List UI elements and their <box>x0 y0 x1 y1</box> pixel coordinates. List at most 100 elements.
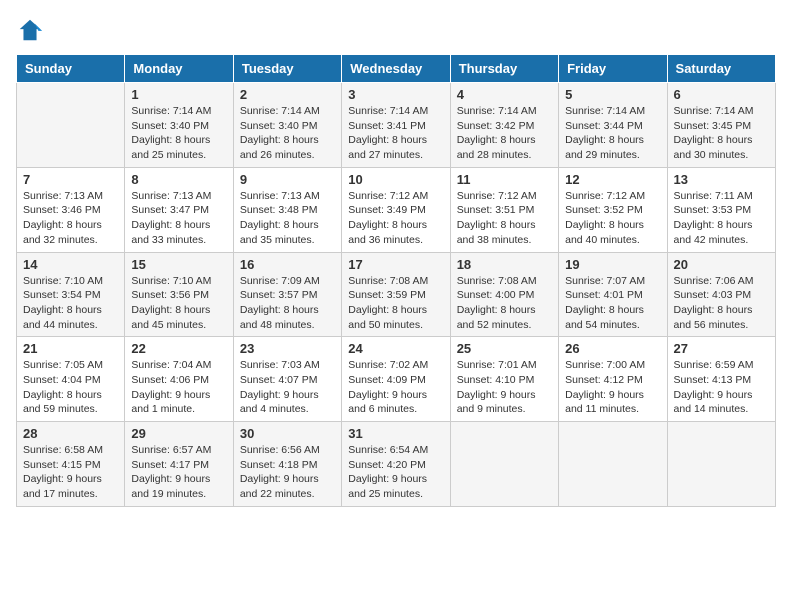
day-info: Sunrise: 7:01 AMSunset: 4:10 PMDaylight:… <box>457 358 552 417</box>
day-info: Sunrise: 7:10 AMSunset: 3:56 PMDaylight:… <box>131 274 226 333</box>
day-number: 28 <box>23 426 118 441</box>
day-number: 26 <box>565 341 660 356</box>
calendar-week-row: 7 Sunrise: 7:13 AMSunset: 3:46 PMDaylight… <box>17 167 776 252</box>
day-info: Sunrise: 7:12 AMSunset: 3:51 PMDaylight:… <box>457 189 552 248</box>
day-info: Sunrise: 7:06 AMSunset: 4:03 PMDaylight:… <box>674 274 769 333</box>
calendar-cell: 11 Sunrise: 7:12 AMSunset: 3:51 PMDayligh… <box>450 167 558 252</box>
day-number: 1 <box>131 87 226 102</box>
calendar-cell: 30 Sunrise: 6:56 AMSunset: 4:18 PMDayligh… <box>233 422 341 507</box>
day-info: Sunrise: 7:07 AMSunset: 4:01 PMDaylight:… <box>565 274 660 333</box>
day-number: 21 <box>23 341 118 356</box>
day-number: 6 <box>674 87 769 102</box>
day-info: Sunrise: 6:57 AMSunset: 4:17 PMDaylight:… <box>131 443 226 502</box>
calendar-cell: 27 Sunrise: 6:59 AMSunset: 4:13 PMDayligh… <box>667 337 775 422</box>
calendar-cell: 15Sunrise: 7:10 AMSunset: 3:56 PMDayligh… <box>125 252 233 337</box>
day-number: 14 <box>23 257 118 272</box>
calendar-cell: 8 Sunrise: 7:13 AMSunset: 3:47 PMDaylight… <box>125 167 233 252</box>
calendar-cell: 22 Sunrise: 7:04 AMSunset: 4:06 PMDayligh… <box>125 337 233 422</box>
calendar-week-row: 14Sunrise: 7:10 AMSunset: 3:54 PMDayligh… <box>17 252 776 337</box>
day-number: 11 <box>457 172 552 187</box>
day-info: Sunrise: 6:56 AMSunset: 4:18 PMDaylight:… <box>240 443 335 502</box>
day-info: Sunrise: 7:12 AMSunset: 3:49 PMDaylight:… <box>348 189 443 248</box>
day-info: Sunrise: 7:00 AMSunset: 4:12 PMDaylight:… <box>565 358 660 417</box>
calendar-cell: 19 Sunrise: 7:07 AMSunset: 4:01 PMDayligh… <box>559 252 667 337</box>
day-number: 19 <box>565 257 660 272</box>
day-number: 24 <box>348 341 443 356</box>
calendar-cell <box>17 83 125 168</box>
day-info: Sunrise: 7:14 AMSunset: 3:41 PMDaylight:… <box>348 104 443 163</box>
day-info: Sunrise: 6:54 AMSunset: 4:20 PMDaylight:… <box>348 443 443 502</box>
day-number: 7 <box>23 172 118 187</box>
calendar-week-row: 28 Sunrise: 6:58 AMSunset: 4:15 PMDayligh… <box>17 422 776 507</box>
day-info: Sunrise: 7:14 AMSunset: 3:42 PMDaylight:… <box>457 104 552 163</box>
day-info: Sunrise: 7:11 AMSunset: 3:53 PMDaylight:… <box>674 189 769 248</box>
day-number: 13 <box>674 172 769 187</box>
day-number: 25 <box>457 341 552 356</box>
day-info: Sunrise: 7:03 AMSunset: 4:07 PMDaylight:… <box>240 358 335 417</box>
calendar-cell <box>450 422 558 507</box>
day-info: Sunrise: 7:13 AMSunset: 3:47 PMDaylight:… <box>131 189 226 248</box>
logo <box>16 16 48 44</box>
calendar-cell: 16 Sunrise: 7:09 AMSunset: 3:57 PMDayligh… <box>233 252 341 337</box>
day-number: 2 <box>240 87 335 102</box>
day-info: Sunrise: 7:14 AMSunset: 3:40 PMDaylight:… <box>131 104 226 163</box>
calendar-cell: 5 Sunrise: 7:14 AMSunset: 3:44 PMDaylight… <box>559 83 667 168</box>
calendar-week-row: 21Sunrise: 7:05 AMSunset: 4:04 PMDayligh… <box>17 337 776 422</box>
calendar-cell: 26 Sunrise: 7:00 AMSunset: 4:12 PMDayligh… <box>559 337 667 422</box>
day-info: Sunrise: 7:13 AMSunset: 3:48 PMDaylight:… <box>240 189 335 248</box>
day-number: 10 <box>348 172 443 187</box>
day-number: 31 <box>348 426 443 441</box>
calendar-cell: 17 Sunrise: 7:08 AMSunset: 3:59 PMDayligh… <box>342 252 450 337</box>
day-info: Sunrise: 7:08 AMSunset: 4:00 PMDaylight:… <box>457 274 552 333</box>
calendar-cell: 18 Sunrise: 7:08 AMSunset: 4:00 PMDayligh… <box>450 252 558 337</box>
calendar-cell: 28 Sunrise: 6:58 AMSunset: 4:15 PMDayligh… <box>17 422 125 507</box>
logo-icon <box>16 16 44 44</box>
day-info: Sunrise: 7:14 AMSunset: 3:40 PMDaylight:… <box>240 104 335 163</box>
calendar-cell: 3Sunrise: 7:14 AMSunset: 3:41 PMDaylight… <box>342 83 450 168</box>
day-number: 20 <box>674 257 769 272</box>
day-info: Sunrise: 6:58 AMSunset: 4:15 PMDaylight:… <box>23 443 118 502</box>
day-info: Sunrise: 7:14 AMSunset: 3:45 PMDaylight:… <box>674 104 769 163</box>
calendar-cell: 7 Sunrise: 7:13 AMSunset: 3:46 PMDaylight… <box>17 167 125 252</box>
day-number: 8 <box>131 172 226 187</box>
day-info: Sunrise: 7:04 AMSunset: 4:06 PMDaylight:… <box>131 358 226 417</box>
day-number: 29 <box>131 426 226 441</box>
day-info: Sunrise: 7:12 AMSunset: 3:52 PMDaylight:… <box>565 189 660 248</box>
calendar-cell: 31 Sunrise: 6:54 AMSunset: 4:20 PMDayligh… <box>342 422 450 507</box>
day-number: 16 <box>240 257 335 272</box>
day-number: 27 <box>674 341 769 356</box>
day-number: 30 <box>240 426 335 441</box>
calendar-cell: 13 Sunrise: 7:11 AMSunset: 3:53 PMDayligh… <box>667 167 775 252</box>
day-info: Sunrise: 7:14 AMSunset: 3:44 PMDaylight:… <box>565 104 660 163</box>
header-saturday: Saturday <box>667 55 775 83</box>
calendar-cell: 1 Sunrise: 7:14 AMSunset: 3:40 PMDaylight… <box>125 83 233 168</box>
calendar-cell: 2 Sunrise: 7:14 AMSunset: 3:40 PMDaylight… <box>233 83 341 168</box>
day-number: 9 <box>240 172 335 187</box>
calendar-cell: 12 Sunrise: 7:12 AMSunset: 3:52 PMDayligh… <box>559 167 667 252</box>
calendar-cell: 21Sunrise: 7:05 AMSunset: 4:04 PMDayligh… <box>17 337 125 422</box>
page-header <box>16 16 776 44</box>
header-tuesday: Tuesday <box>233 55 341 83</box>
calendar-cell: 20 Sunrise: 7:06 AMSunset: 4:03 PMDayligh… <box>667 252 775 337</box>
day-info: Sunrise: 7:08 AMSunset: 3:59 PMDaylight:… <box>348 274 443 333</box>
day-info: Sunrise: 7:02 AMSunset: 4:09 PMDaylight:… <box>348 358 443 417</box>
day-number: 5 <box>565 87 660 102</box>
header-thursday: Thursday <box>450 55 558 83</box>
calendar-week-row: 1 Sunrise: 7:14 AMSunset: 3:40 PMDaylight… <box>17 83 776 168</box>
calendar-cell: 10 Sunrise: 7:12 AMSunset: 3:49 PMDayligh… <box>342 167 450 252</box>
day-number: 17 <box>348 257 443 272</box>
calendar-cell: 24 Sunrise: 7:02 AMSunset: 4:09 PMDayligh… <box>342 337 450 422</box>
calendar-cell: 6 Sunrise: 7:14 AMSunset: 3:45 PMDaylight… <box>667 83 775 168</box>
calendar-header-row: SundayMondayTuesdayWednesdayThursdayFrid… <box>17 55 776 83</box>
calendar-cell <box>559 422 667 507</box>
day-info: Sunrise: 6:59 AMSunset: 4:13 PMDaylight:… <box>674 358 769 417</box>
day-number: 18 <box>457 257 552 272</box>
day-info: Sunrise: 7:09 AMSunset: 3:57 PMDaylight:… <box>240 274 335 333</box>
calendar-cell: 14Sunrise: 7:10 AMSunset: 3:54 PMDayligh… <box>17 252 125 337</box>
calendar-cell: 29 Sunrise: 6:57 AMSunset: 4:17 PMDayligh… <box>125 422 233 507</box>
header-sunday: Sunday <box>17 55 125 83</box>
calendar-cell: 9 Sunrise: 7:13 AMSunset: 3:48 PMDaylight… <box>233 167 341 252</box>
day-info: Sunrise: 7:13 AMSunset: 3:46 PMDaylight:… <box>23 189 118 248</box>
day-number: 22 <box>131 341 226 356</box>
day-number: 12 <box>565 172 660 187</box>
